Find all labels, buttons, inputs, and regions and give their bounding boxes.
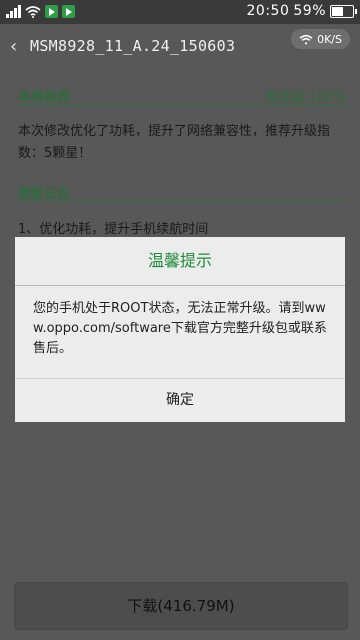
page-title: MSM8928_11_A.24_150603 xyxy=(30,37,236,55)
changelog-heading: 更新日志 xyxy=(18,187,71,202)
alert-dialog: 温馨提示 您的手机处于ROOT状态，无法正常升级。请到www.oppo.com/… xyxy=(15,237,345,422)
status-icons xyxy=(6,4,75,18)
wifi-icon xyxy=(25,5,41,18)
recommend-heading: 本周推荐 xyxy=(18,90,71,105)
notification-app-icon xyxy=(45,4,58,18)
clock: 20:50 xyxy=(246,3,290,19)
app-header: ‹ MSM8928_11_A.24_150603 0K/S xyxy=(0,24,360,68)
rating-label: 推荐度:100% xyxy=(265,90,346,105)
recommend-text: 本次修改优化了功耗，提升了网络兼容性，推荐升级指数：5颗星！ xyxy=(18,124,331,161)
divider xyxy=(18,104,346,105)
signal-icon xyxy=(6,4,21,18)
speed-badge: 0K/S xyxy=(291,29,350,49)
chevron-left-icon[interactable]: ‹ xyxy=(10,36,17,57)
recommend-heading-row: 本周推荐 推荐度:100% xyxy=(18,86,346,105)
dialog-title: 温馨提示 xyxy=(147,251,212,270)
wifi-icon xyxy=(299,34,313,44)
battery-percent: 59% xyxy=(293,3,326,19)
status-bar: 20:50 59% xyxy=(0,0,360,24)
divider xyxy=(15,285,345,286)
dialog-message: 您的手机处于ROOT状态，无法正常升级。请到www.oppo.com/softw… xyxy=(33,301,327,356)
notification-app-icon-2 xyxy=(62,4,75,18)
battery-icon xyxy=(330,4,357,18)
divider xyxy=(18,201,346,202)
status-right: 20:50 59% xyxy=(246,3,357,19)
ok-button[interactable]: 确定 xyxy=(15,378,345,422)
speed-label: 0K/S xyxy=(317,32,342,46)
download-button[interactable]: 下载(416.79M) xyxy=(14,582,348,630)
